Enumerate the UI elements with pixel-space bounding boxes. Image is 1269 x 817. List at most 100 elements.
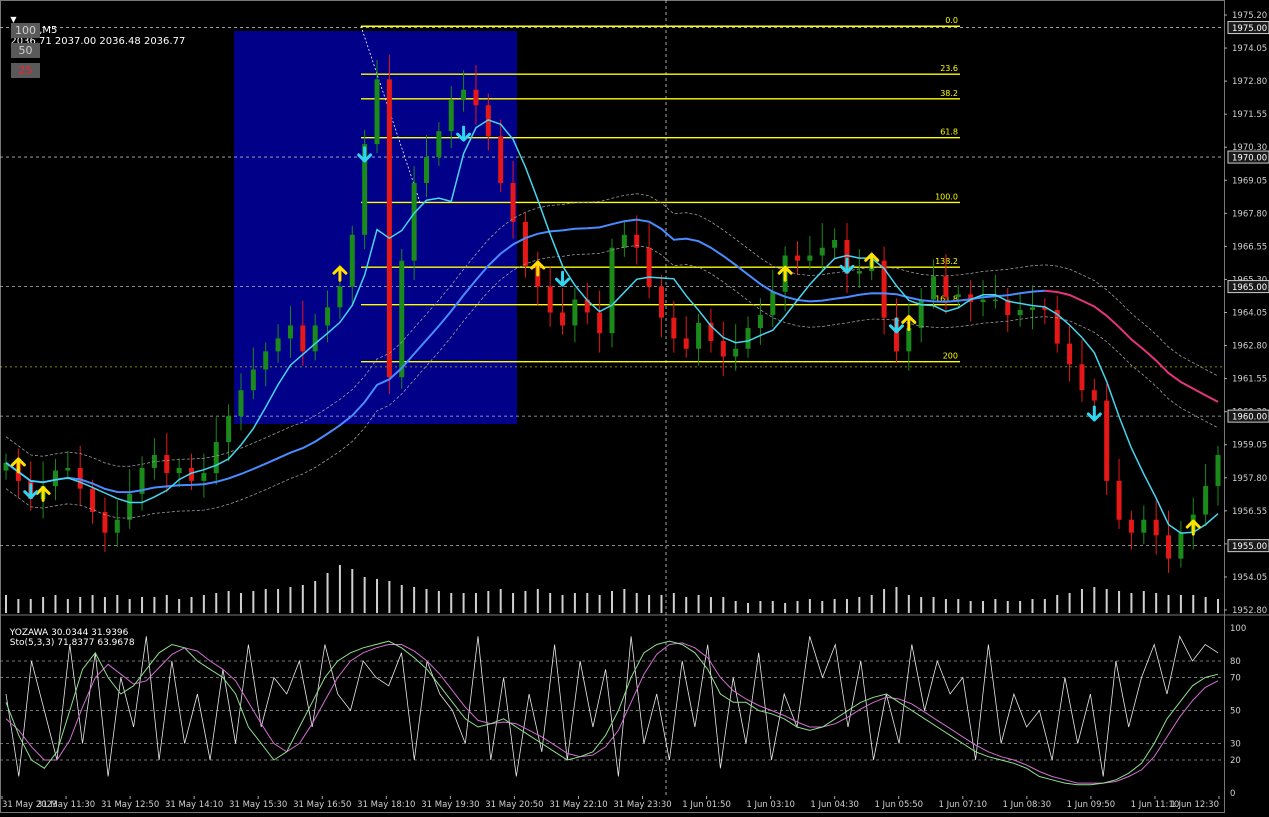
- time-tick-label: 1 Jun 01:50: [682, 800, 731, 810]
- stoch-axis-label: 100: [1230, 624, 1246, 634]
- price-tick-label: 1975.20: [1232, 11, 1267, 21]
- candle-body: [1203, 486, 1209, 515]
- volume-bar: [116, 595, 119, 613]
- candle-body: [745, 328, 751, 349]
- time-tick-label: 31 May 16:50: [293, 800, 351, 810]
- volume-bar: [1006, 601, 1009, 613]
- candle-body: [856, 271, 862, 274]
- sell-arrow-icon: [839, 257, 855, 274]
- volume-bar: [128, 599, 131, 613]
- candle-body: [671, 317, 677, 339]
- price-tick-label: 1962.80: [1232, 342, 1267, 352]
- price-tick-label: 1967.80: [1232, 209, 1267, 219]
- price-tick-label: 1956.55: [1232, 507, 1267, 517]
- volume-bar: [907, 595, 910, 613]
- stoch-axis-label: 20: [1230, 756, 1241, 766]
- time-tick-label: 1 Jun 09:50: [1067, 800, 1116, 810]
- candle-body: [300, 325, 306, 352]
- level-100-button[interactable]: 100: [11, 23, 40, 38]
- candle-body: [609, 247, 615, 334]
- volume-bar: [79, 597, 82, 613]
- volume-bar: [103, 597, 106, 613]
- buy-arrow-icon: [901, 314, 917, 331]
- fib-level-label: 200: [943, 352, 958, 361]
- volume-bar: [437, 591, 440, 613]
- candle-body: [597, 312, 603, 334]
- volume-bar: [1130, 593, 1133, 613]
- volume-bar: [487, 591, 490, 613]
- volume-bar: [969, 601, 972, 613]
- candle-body: [1017, 309, 1023, 316]
- level-25-button[interactable]: 25: [11, 63, 40, 78]
- candle-body: [621, 234, 627, 248]
- candle-body: [572, 299, 578, 326]
- time-tick-label: 1 Jun 08:30: [1003, 800, 1052, 810]
- candle-body: [757, 315, 763, 329]
- volume-bar: [709, 597, 712, 613]
- candle-body: [374, 79, 380, 145]
- time-tick-label: 1 Jun 03:10: [746, 800, 795, 810]
- price-tick-label: 1957.80: [1232, 474, 1267, 484]
- volume-bar: [833, 599, 836, 613]
- volume-bar: [141, 597, 144, 613]
- volume-bar: [178, 599, 181, 613]
- stoch-signal-line: [5, 642, 1219, 784]
- fib-level-label: 138.2: [935, 257, 958, 266]
- price-chart[interactable]: 0.023.638.261.8100.0138.2161.82001975.20…: [0, 0, 1269, 813]
- volume-bar: [227, 591, 230, 613]
- candle-body: [733, 348, 739, 357]
- time-tick-label: 31 May 14:10: [165, 800, 223, 810]
- candle-body: [683, 338, 689, 349]
- candle-body: [1215, 454, 1221, 487]
- yozawa-label: YOZAWA 30.0344 31.9396: [9, 628, 129, 638]
- volume-bar: [920, 597, 923, 613]
- volume-bar: [796, 601, 799, 613]
- candle-body: [795, 255, 801, 261]
- volume-bar: [1019, 601, 1022, 613]
- yozawa-line: [5, 635, 1219, 777]
- candle-body: [423, 157, 429, 183]
- volume-bar: [54, 595, 57, 613]
- sell-arrow-icon: [23, 483, 39, 500]
- candle-body: [325, 307, 331, 326]
- candle-body: [807, 255, 813, 261]
- time-tick-label: 31 May 19:30: [421, 800, 479, 810]
- candle-body: [448, 100, 454, 132]
- candle-body: [65, 467, 71, 471]
- candle-body: [510, 182, 516, 222]
- stoch-axis-label: 80: [1230, 657, 1241, 667]
- volume-bar: [536, 589, 539, 613]
- volume-bar: [425, 589, 428, 613]
- time-tick-label: 1 Jun 12:30: [1170, 800, 1219, 810]
- time-tick-label: 1 Jun 04:30: [810, 800, 859, 810]
- candle-body: [1091, 390, 1097, 401]
- candle-body: [955, 294, 961, 297]
- volume-bar: [190, 597, 193, 613]
- volume-bar: [202, 595, 205, 613]
- candle-body: [720, 340, 726, 357]
- sub-window-header: YOZAWA 30.0344 31.9396 Sto(5,3,3) 71.837…: [4, 618, 135, 648]
- volume-bar: [512, 593, 515, 613]
- level-50-button[interactable]: 50: [11, 43, 40, 58]
- volume-bar: [1179, 595, 1182, 613]
- volume-bar: [363, 577, 366, 613]
- time-tick-label: 31 May 11:30: [37, 800, 95, 810]
- volume-bar: [450, 593, 453, 613]
- chart-window[interactable]: 0.0 23.6 38.2 61.8 100.0 138.2 161.8 200 1975.20…: [0, 0, 1269, 813]
- price-tick-label: 1961.55: [1232, 375, 1267, 385]
- volume-bar: [845, 599, 848, 613]
- price-tick-label: 1969.05: [1232, 176, 1267, 186]
- sell-arrow-icon: [888, 317, 904, 334]
- price-tick-label: 1972.80: [1232, 77, 1267, 87]
- time-tick-label: 31 May 15:30: [229, 800, 287, 810]
- price-tick-label: 1952.80: [1232, 606, 1267, 616]
- volume-bar: [499, 589, 502, 613]
- volume-bar: [326, 573, 329, 613]
- price-tick-label: 1954.05: [1232, 573, 1267, 583]
- candle-body: [238, 390, 244, 417]
- volume-bar: [29, 599, 32, 613]
- volume-bar: [1031, 599, 1034, 613]
- volume-bar: [474, 593, 477, 613]
- buy-arrow-icon: [35, 485, 51, 502]
- volume-bar: [660, 595, 663, 613]
